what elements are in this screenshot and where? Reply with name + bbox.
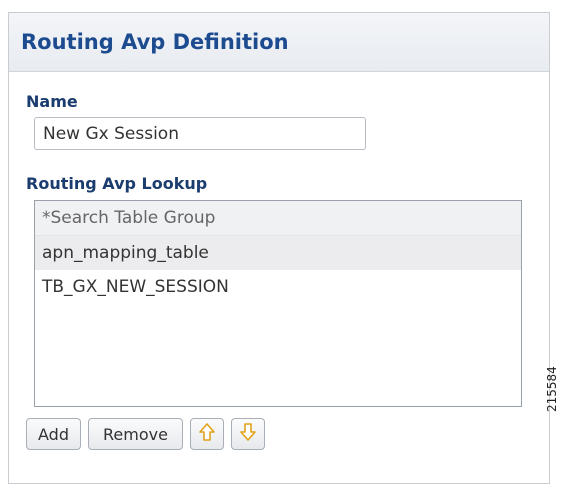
list-item[interactable]: apn_mapping_table [35, 236, 521, 270]
routing-avp-lookup-list[interactable]: *Search Table Group apn_mapping_table TB… [34, 200, 522, 407]
panel-header: Routing Avp Definition [9, 13, 549, 72]
remove-button[interactable]: Remove [88, 418, 183, 450]
list-header-item[interactable]: *Search Table Group [35, 201, 521, 236]
figure-id: 215584 [545, 366, 559, 412]
move-down-button[interactable] [231, 418, 265, 450]
list-button-row: Add Remove [26, 418, 265, 450]
name-label: Name [26, 92, 78, 111]
move-up-button[interactable] [190, 418, 224, 450]
add-button[interactable]: Add [26, 418, 81, 450]
arrow-down-icon [239, 422, 257, 446]
list-item[interactable]: TB_GX_NEW_SESSION [35, 270, 521, 304]
arrow-up-icon [198, 422, 216, 446]
panel-title: Routing Avp Definition [21, 30, 289, 54]
routing-avp-lookup-label: Routing Avp Lookup [26, 174, 208, 193]
name-input[interactable] [34, 117, 366, 150]
